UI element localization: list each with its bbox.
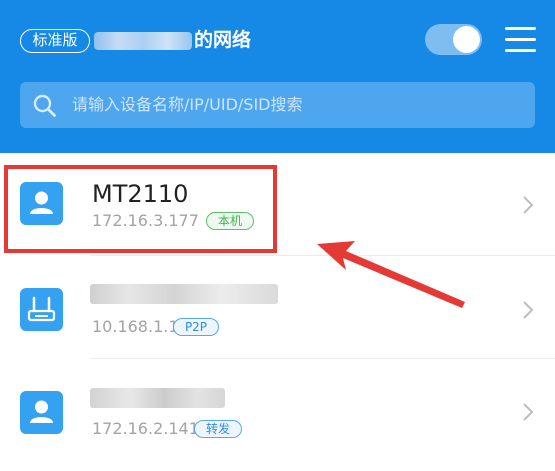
p2p-tag: P2P: [173, 318, 219, 336]
menu-line-bottom: [505, 49, 536, 52]
redacted-device-name: [90, 388, 225, 408]
chevron-right-icon: [523, 403, 534, 421]
toggle-knob: [453, 26, 480, 53]
app-window: 标准版 的网络 请输入设备名称/IP/UID/SID搜索 MT2110 172.…: [0, 0, 555, 471]
router-icon: [20, 288, 63, 331]
menu-line-top: [505, 27, 536, 30]
redacted-network-name: [94, 32, 192, 50]
device-row-3[interactable]: 172.16.2.141 转发: [0, 359, 555, 462]
search-box[interactable]: 请输入设备名称/IP/UID/SID搜索: [20, 82, 535, 128]
search-input[interactable]: 请输入设备名称/IP/UID/SID搜索: [72, 94, 303, 116]
menu-line-middle: [505, 38, 536, 41]
search-icon: [33, 94, 56, 117]
annotation-arrow-icon: [317, 241, 465, 308]
chevron-right-icon: [523, 301, 534, 319]
redacted-device-name: [90, 284, 278, 304]
network-title-suffix: 的网络: [194, 29, 252, 51]
relay-tag: 转发: [194, 420, 242, 438]
edition-badge[interactable]: 标准版: [20, 29, 90, 53]
network-toggle[interactable]: [425, 24, 482, 55]
chevron-right-icon: [523, 196, 534, 214]
menu-icon[interactable]: [505, 27, 536, 52]
device-ip: 172.16.2.141: [92, 419, 199, 438]
device-ip: 10.168.1.1: [92, 317, 179, 336]
user-icon: [20, 391, 63, 434]
annotation-highlight-box: [4, 165, 277, 253]
header-bar: 标准版 的网络 请输入设备名称/IP/UID/SID搜索: [0, 0, 555, 153]
